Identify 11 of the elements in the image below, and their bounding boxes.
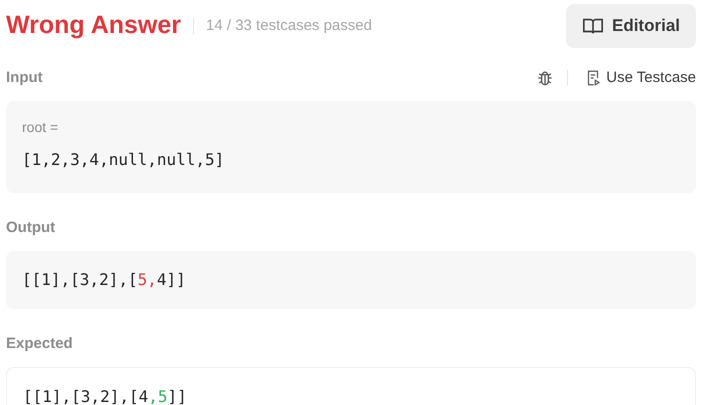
use-testcase-button[interactable]: Use Testcase [584,66,696,90]
variable-label: root = [22,118,60,137]
editorial-button[interactable]: Editorial [566,4,696,48]
code-value: [[1],[3,2],[4,5]] [23,386,188,405]
code-value: [1,2,3,4,null,null,5] [22,149,226,171]
testcase-summary: 14 / 33 testcases passed [206,16,372,36]
section-label: Input [6,68,43,88]
section-label: Output [6,218,56,238]
code-value: [[1],[3,2],[5,4]] [22,269,187,291]
verdict-title: Wrong Answer [6,10,182,42]
section-label: Expected [6,334,73,354]
